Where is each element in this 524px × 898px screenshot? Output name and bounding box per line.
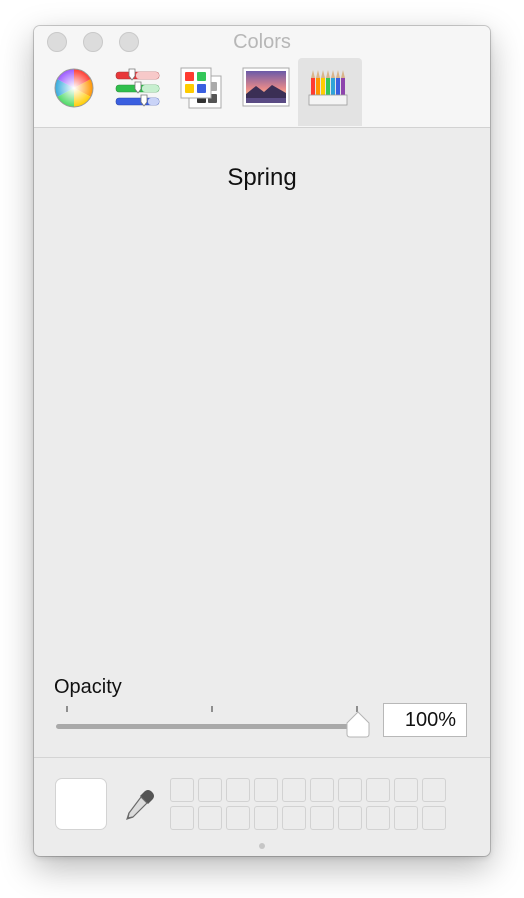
favorite-swatch[interactable] [366, 806, 390, 830]
titlebar: Colors [34, 26, 490, 128]
tab-color-sliders[interactable] [106, 58, 170, 126]
favorite-swatch[interactable] [422, 778, 446, 802]
favorite-swatch[interactable] [394, 778, 418, 802]
image-icon [242, 67, 290, 107]
tab-color-palettes[interactable] [170, 58, 234, 126]
opacity-slider[interactable] [56, 724, 360, 729]
pencil-set-title: Spring [227, 164, 297, 191]
favorite-swatch[interactable] [282, 806, 306, 830]
pencils-icon [308, 70, 348, 106]
favorite-swatch[interactable] [226, 778, 250, 802]
window-title: Colors [233, 31, 291, 53]
favorite-swatch[interactable] [366, 778, 390, 802]
favorite-swatch[interactable] [198, 778, 222, 802]
opacity-value-field[interactable]: 100% [383, 703, 467, 737]
divider [34, 757, 490, 758]
favorite-swatch[interactable] [338, 806, 362, 830]
eyedropper-icon[interactable] [122, 788, 156, 822]
favorite-swatch[interactable] [198, 806, 222, 830]
favorite-swatch[interactable] [310, 806, 334, 830]
favorite-swatch[interactable] [226, 806, 250, 830]
favorite-swatch[interactable] [170, 806, 194, 830]
favorite-swatch[interactable] [254, 806, 278, 830]
favorite-swatch[interactable] [394, 806, 418, 830]
resize-handle[interactable] [259, 843, 265, 849]
opacity-slider-thumb[interactable] [345, 711, 371, 739]
tab-color-wheel[interactable] [42, 58, 106, 126]
favorite-swatch[interactable] [254, 778, 278, 802]
favorite-swatch[interactable] [422, 806, 446, 830]
favorite-swatches [170, 778, 450, 832]
current-color-well[interactable] [55, 778, 107, 830]
colors-window: Colors Spring Opacity 100% [34, 26, 490, 856]
opacity-label: Opacity [54, 676, 122, 698]
sliders-icon [115, 68, 160, 107]
slider-tick [66, 706, 68, 712]
palettes-icon [180, 67, 222, 109]
favorite-swatch[interactable] [310, 778, 334, 802]
slider-tick [211, 706, 213, 712]
favorite-swatch[interactable] [282, 778, 306, 802]
favorite-swatch[interactable] [170, 778, 194, 802]
color-wheel-icon [54, 68, 94, 108]
tab-pencils[interactable] [298, 58, 362, 126]
favorite-swatch[interactable] [338, 778, 362, 802]
tab-image-palettes[interactable] [234, 58, 298, 126]
